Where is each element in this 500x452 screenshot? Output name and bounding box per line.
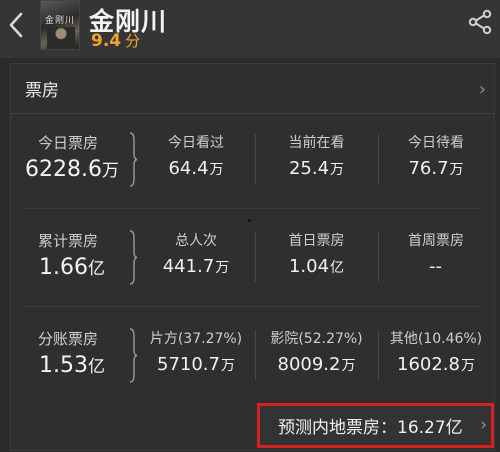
divider <box>378 232 379 282</box>
box-office-card: 票房 › 今日票房 6228.6万 今日看过 64.4万 当前在看 25.4万 … <box>10 63 495 451</box>
now-watching-label: 当前在看 <box>288 135 345 151</box>
total-attendance: 总人次 441.7万 <box>141 212 251 307</box>
row-separator <box>23 208 482 209</box>
other-share-value: 1602.8万 <box>397 354 475 375</box>
first-week-box-office-value: -- <box>429 256 442 277</box>
first-day-box-office-label: 首日票房 <box>288 233 345 249</box>
brace-icon <box>129 328 138 383</box>
rating-unit: 分 <box>125 32 141 50</box>
cumulative-row: 累计票房 1.66亿 总人次 441.7万 首日票房 1.04亿 首周票房 -- <box>11 212 494 307</box>
poster-figure <box>47 27 75 49</box>
distributor-share: 片方(37.27%) 5710.7万 <box>141 310 251 405</box>
first-day-box-office-value: 1.04亿 <box>288 256 345 277</box>
cumulative-box-office: 累计票房 1.66亿 <box>25 212 125 307</box>
brace-icon <box>129 132 138 187</box>
first-week-box-office: 首周票房 -- <box>381 212 491 307</box>
movie-rating: 9.4 分 <box>91 30 140 51</box>
today-box-office-label: 今日票房 <box>38 134 99 152</box>
distributor-share-label: 片方(37.27%) <box>149 331 243 347</box>
box-office-title: 票房 <box>25 81 59 101</box>
stray-dot <box>248 219 251 222</box>
split-box-office: 分账票房 1.53亿 <box>25 310 125 405</box>
forecast-box-office-label: 预测内地票房：16.27亿 <box>278 418 463 438</box>
share-button[interactable] <box>466 8 494 36</box>
row-separator <box>23 306 482 307</box>
divider <box>378 134 379 184</box>
divider <box>255 232 256 282</box>
today-box-office: 今日票房 6228.6万 <box>25 114 125 209</box>
total-attendance-label: 总人次 <box>175 233 217 249</box>
rating-value: 9.4 <box>91 31 122 51</box>
movie-poster[interactable]: 金刚川 <box>40 0 80 50</box>
split-box-office-label: 分账票房 <box>38 330 99 348</box>
today-watched-label: 今日看过 <box>168 135 224 151</box>
today-want-to-watch: 今日待看 76.7万 <box>381 114 491 209</box>
cinema-share: 影院(52.27%) 8009.2万 <box>259 310 374 405</box>
cinema-share-label: 影院(52.27%) <box>270 331 363 347</box>
total-attendance-value: 441.7万 <box>162 256 230 277</box>
chevron-right-icon: › <box>480 415 487 435</box>
other-share-label: 其他(10.46%) <box>389 331 483 347</box>
now-watching-value: 25.4万 <box>288 158 345 179</box>
cumulative-box-office-value: 1.66亿 <box>39 255 105 280</box>
first-day-box-office: 首日票房 1.04亿 <box>259 212 374 307</box>
split-row: 分账票房 1.53亿 片方(37.27%) 5710.7万 影院(52.27%)… <box>11 310 494 405</box>
divider <box>378 330 379 380</box>
cumulative-box-office-label: 累计票房 <box>38 232 99 250</box>
back-button[interactable] <box>2 8 30 42</box>
divider <box>255 134 256 184</box>
split-box-office-value: 1.53亿 <box>39 353 105 378</box>
now-watching: 当前在看 25.4万 <box>259 114 374 209</box>
poster-title-text: 金刚川 <box>44 16 75 26</box>
divider <box>255 330 256 380</box>
forecast-box-office-link[interactable]: 预测内地票房：16.27亿 › <box>257 403 494 448</box>
today-want-to-watch-label: 今日待看 <box>408 135 464 151</box>
chevron-right-icon: › <box>478 79 486 100</box>
cinema-share-value: 8009.2万 <box>277 354 356 375</box>
today-box-office-value: 6228.6万 <box>25 157 119 182</box>
top-bar: 金刚川 金刚川 9.4 分 <box>0 0 500 58</box>
today-watched: 今日看过 64.4万 <box>141 114 251 209</box>
distributor-share-value: 5710.7万 <box>157 354 235 375</box>
other-share: 其他(10.46%) 1602.8万 <box>381 310 491 405</box>
share-icon <box>468 9 492 35</box>
chevron-left-icon <box>9 12 23 38</box>
brace-icon <box>129 230 138 285</box>
today-watched-value: 64.4万 <box>168 158 224 179</box>
today-row: 今日票房 6228.6万 今日看过 64.4万 当前在看 25.4万 今日待看 … <box>11 114 494 209</box>
first-week-box-office-label: 首周票房 <box>408 233 464 249</box>
today-want-to-watch-value: 76.7万 <box>408 158 464 179</box>
box-office-header[interactable]: 票房 › <box>11 64 494 114</box>
